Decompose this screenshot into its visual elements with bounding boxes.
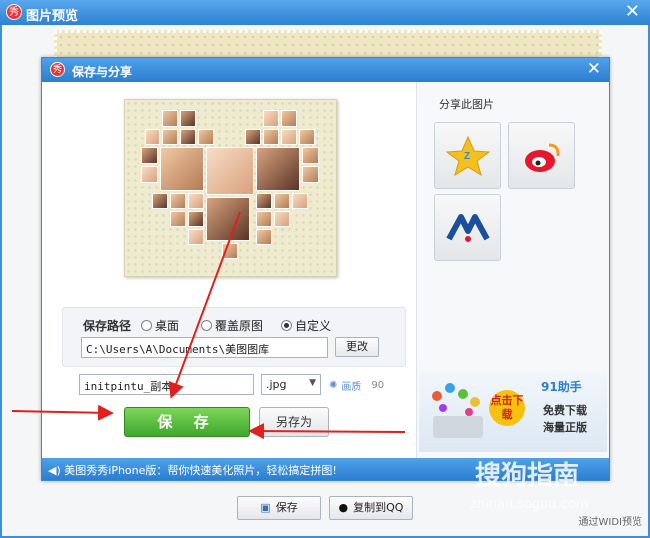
save-as-button[interactable]: 另存为 bbox=[259, 407, 329, 437]
collage-photo bbox=[281, 110, 297, 127]
qzone-icon: Z bbox=[445, 135, 491, 177]
bottom-save-button[interactable]: ▣ 保存 bbox=[237, 496, 321, 520]
collage-photo bbox=[263, 129, 279, 145]
copy-to-qq-label: 复制到QQ bbox=[353, 501, 404, 514]
collage-photo bbox=[188, 229, 204, 245]
gear-icon: ✺ bbox=[329, 380, 338, 391]
quality-label: 画质 bbox=[341, 382, 362, 393]
outer-titlebar: 秀 图片预览 ✕ bbox=[0, 0, 650, 25]
collage-photo bbox=[256, 147, 300, 191]
collage-photo bbox=[302, 147, 319, 164]
meitu-logo-icon: 秀 bbox=[50, 62, 65, 77]
collage-photo bbox=[180, 110, 196, 127]
collage-photo bbox=[222, 243, 238, 259]
radio-desktop[interactable]: 桌面 bbox=[141, 317, 179, 334]
collage-photo bbox=[274, 193, 290, 209]
radio-custom[interactable]: 自定义 bbox=[281, 317, 331, 334]
share-weibo-button[interactable] bbox=[508, 122, 575, 189]
share-qzone-button[interactable]: Z bbox=[434, 122, 501, 189]
dialog-titlebar: 秀 保存与分享 ✕ bbox=[42, 58, 609, 82]
collage-photo bbox=[145, 129, 160, 145]
qq-penguin-icon: ● bbox=[338, 501, 349, 514]
chevron-down-icon: ▼ bbox=[309, 378, 316, 388]
collage-photo bbox=[263, 110, 279, 127]
download-badge[interactable]: 点击下载 bbox=[489, 390, 525, 426]
save-path-label: 保存路径 bbox=[83, 319, 132, 333]
speaker-icon: ◀) bbox=[48, 464, 61, 477]
collage-photo bbox=[245, 129, 261, 145]
save-button[interactable]: 保 存 bbox=[124, 407, 250, 437]
save-path-section: 保存路径 桌面 覆盖原图 自定义 C:\Users\A\Documents\美图… bbox=[62, 307, 406, 367]
collage-photo bbox=[206, 197, 250, 241]
radio-selected-icon bbox=[281, 320, 292, 331]
left-pane: 保存路径 桌面 覆盖原图 自定义 C:\Users\A\Documents\美图… bbox=[42, 82, 415, 458]
quality-control[interactable]: ✺ 画质 90 bbox=[329, 378, 384, 393]
footer-hint: 通过WIDI预览 bbox=[578, 517, 643, 528]
radio-label: 自定义 bbox=[295, 319, 332, 333]
collage-photo bbox=[302, 166, 319, 183]
share-pane: 分享此图片 Z 点击下载 91助手 免费下载 海量正版 bbox=[416, 82, 609, 458]
weibo-icon bbox=[525, 143, 560, 172]
collage-photo bbox=[292, 193, 308, 209]
stamp-preview-strip bbox=[54, 30, 602, 60]
collage-photo bbox=[206, 147, 254, 195]
promo-line2: 海量正版 bbox=[543, 421, 587, 434]
radio-label: 桌面 bbox=[155, 319, 180, 333]
collage-photo bbox=[170, 211, 186, 227]
svg-text:Z: Z bbox=[464, 151, 470, 162]
copy-to-qq-button[interactable]: ● 复制到QQ bbox=[329, 496, 413, 520]
promo-banner[interactable]: 点击下载 91助手 免费下载 海量正版 bbox=[419, 372, 607, 452]
window-title: 图片预览 bbox=[26, 9, 79, 24]
collage-photo bbox=[299, 129, 315, 145]
window-close-icon[interactable]: ✕ bbox=[625, 2, 640, 22]
promo-line1: 免费下载 bbox=[543, 404, 587, 417]
collage-photo bbox=[256, 229, 272, 245]
save-path-input[interactable]: C:\Users\A\Documents\美图图库 bbox=[81, 337, 328, 358]
share-title: 分享此图片 bbox=[439, 98, 494, 111]
renren-icon bbox=[446, 214, 490, 242]
sogou-watermark: 搜狗指南 bbox=[475, 461, 580, 491]
dialog-title: 保存与分享 bbox=[72, 65, 133, 79]
collage-photo bbox=[141, 166, 158, 183]
collage-photo bbox=[256, 193, 272, 209]
collage-photo bbox=[162, 129, 178, 145]
collage-photo bbox=[141, 147, 158, 164]
format-select[interactable]: .jpg ▼ bbox=[261, 374, 321, 395]
bottom-save-label: 保存 bbox=[275, 501, 298, 514]
collage-photo bbox=[162, 110, 178, 127]
app-icons-graphic-icon bbox=[432, 383, 483, 438]
collage-photo bbox=[198, 129, 214, 145]
radio-circle-icon bbox=[201, 320, 212, 331]
floppy-disk-icon: ▣ bbox=[260, 501, 271, 514]
collage-photo bbox=[188, 193, 204, 209]
collage-preview-image bbox=[124, 99, 337, 277]
promo-brand: 91助手 bbox=[541, 380, 582, 394]
collage-photo bbox=[281, 129, 297, 145]
collage-photo bbox=[274, 211, 290, 227]
radio-overwrite-original[interactable]: 覆盖原图 bbox=[201, 317, 263, 334]
radio-circle-icon bbox=[141, 320, 152, 331]
share-renren-button[interactable] bbox=[434, 194, 501, 261]
filename-input[interactable]: initpintu_副本 bbox=[79, 374, 254, 395]
quality-value: 90 bbox=[371, 380, 385, 391]
collage-photo bbox=[170, 193, 186, 209]
save-share-dialog: 秀 保存与分享 ✕ 保存路径 桌面 覆盖原图 自定义 C:\Users\A\Do… bbox=[41, 57, 610, 481]
change-path-button[interactable]: 更改 bbox=[335, 337, 379, 357]
meitu-logo-icon: 秀 bbox=[6, 4, 22, 20]
collage-photo bbox=[188, 211, 204, 227]
collage-photo bbox=[256, 211, 272, 227]
radio-label: 覆盖原图 bbox=[215, 319, 264, 333]
statusbar-text: 美图秀秀iPhone版：帮你快速美化照片，轻松搞定拼图! bbox=[64, 464, 337, 477]
format-value: .jpg bbox=[266, 378, 287, 391]
collage-photo bbox=[180, 129, 196, 145]
dialog-close-icon[interactable]: ✕ bbox=[587, 59, 601, 79]
sogou-watermark-url: zhinan.sogou.com bbox=[470, 497, 589, 512]
collage-photo bbox=[160, 147, 204, 191]
collage-photo bbox=[152, 193, 168, 209]
